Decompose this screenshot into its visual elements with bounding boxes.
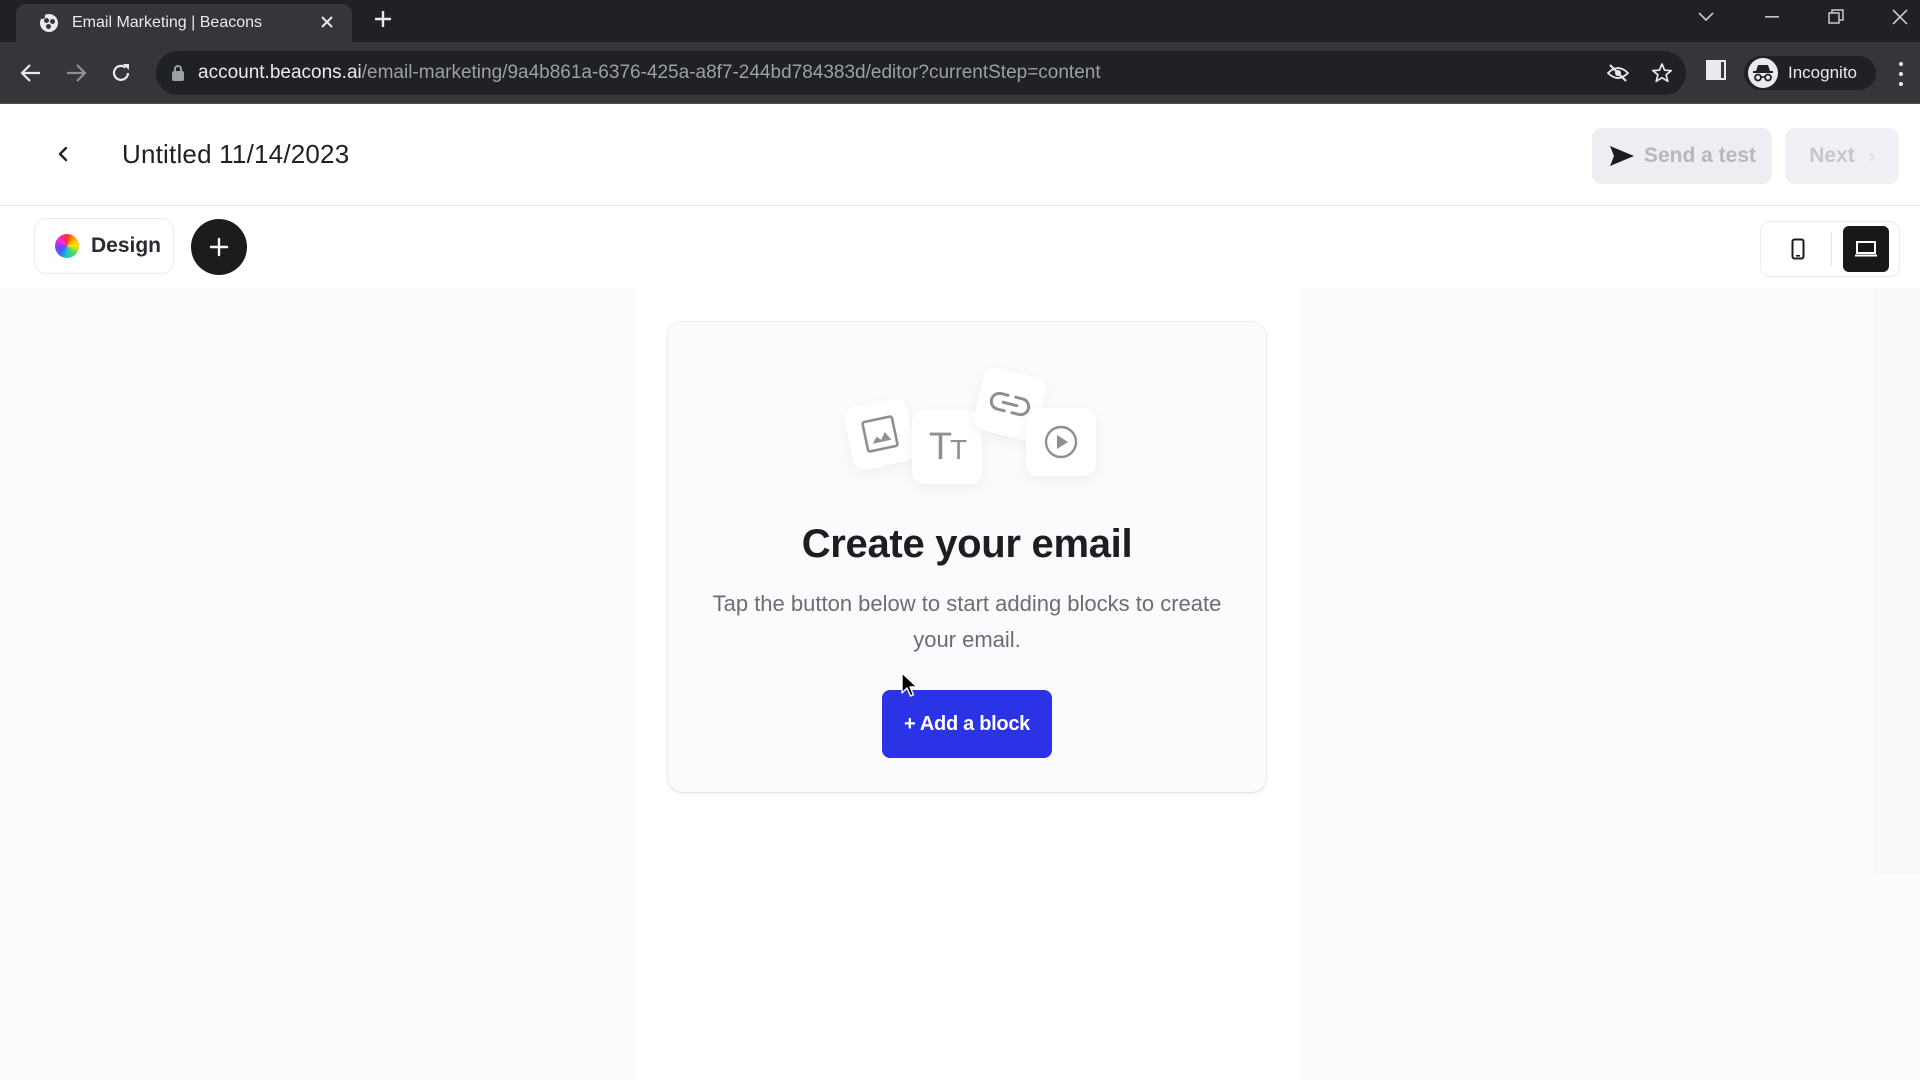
incognito-icon bbox=[1748, 58, 1778, 88]
image-block-tile bbox=[842, 396, 918, 472]
tab-search-button[interactable] bbox=[1686, 0, 1726, 34]
video-block-tile bbox=[1026, 408, 1096, 476]
chevron-right-icon: › bbox=[1868, 145, 1875, 166]
forward-button[interactable] bbox=[59, 56, 93, 90]
empty-state-title: Create your email bbox=[801, 522, 1133, 566]
profile-label: Incognito bbox=[1788, 63, 1857, 82]
minimize-button[interactable] bbox=[1752, 0, 1792, 34]
back-button[interactable] bbox=[14, 56, 48, 90]
desktop-preview-button[interactable] bbox=[1843, 226, 1889, 272]
window-close-button[interactable] bbox=[1880, 0, 1920, 34]
side-panel-icon bbox=[1706, 60, 1726, 80]
design-button[interactable]: Design bbox=[34, 218, 174, 274]
profile-incognito-button[interactable]: Incognito bbox=[1744, 56, 1876, 90]
kebab-menu-icon bbox=[1899, 62, 1903, 66]
play-circle-icon bbox=[1044, 425, 1078, 459]
url-host: account.beacons.ai bbox=[198, 62, 362, 83]
send-test-label: Send a test bbox=[1643, 144, 1757, 167]
close-icon bbox=[321, 15, 333, 28]
star-icon bbox=[1651, 63, 1673, 83]
add-block-button[interactable]: + Add a block bbox=[882, 690, 1052, 758]
reload-icon bbox=[112, 64, 130, 81]
design-label: Design bbox=[91, 234, 162, 257]
arrow-left-icon bbox=[20, 64, 40, 82]
browser-menu-button[interactable] bbox=[1894, 60, 1908, 88]
next-label: Next bbox=[1809, 144, 1855, 167]
mouse-cursor-icon bbox=[901, 672, 918, 697]
browser-toolbar: account.beacons.ai/email-marketing/9a4b8… bbox=[0, 42, 1920, 104]
editor-toolbar: Design bbox=[0, 207, 1920, 287]
editor-header: Untitled 11/14/2023 Send a test Next › bbox=[0, 105, 1920, 206]
tab-close-button[interactable] bbox=[316, 13, 338, 34]
chevron-down-icon bbox=[1698, 12, 1714, 22]
send-icon bbox=[1609, 146, 1634, 166]
tab-title: Email Marketing | Beacons bbox=[72, 14, 263, 31]
address-bar[interactable]: account.beacons.ai/email-marketing/9a4b8… bbox=[156, 51, 1686, 95]
image-icon bbox=[861, 415, 899, 453]
beacons-logo-icon bbox=[40, 14, 58, 32]
side-panel-button[interactable] bbox=[1706, 60, 1732, 86]
eye-off-icon bbox=[1607, 64, 1629, 82]
add-block-label: + Add a block bbox=[904, 712, 1030, 735]
arrow-right-icon bbox=[67, 64, 87, 82]
toggle-divider bbox=[1831, 232, 1832, 266]
text-block-tile: TT bbox=[912, 410, 982, 484]
new-tab-button[interactable] bbox=[368, 6, 398, 36]
close-icon bbox=[1892, 9, 1908, 25]
next-button[interactable]: Next › bbox=[1785, 128, 1899, 184]
restore-icon bbox=[1828, 9, 1844, 24]
plus-icon bbox=[209, 237, 229, 257]
color-palette-icon bbox=[55, 234, 79, 258]
laptop-icon bbox=[1855, 241, 1877, 257]
email-title[interactable]: Untitled 11/14/2023 bbox=[122, 139, 349, 170]
url-path: /email-marketing/9a4b861a-6376-425a-a8f7… bbox=[361, 62, 1101, 83]
empty-state-card: TT Create your email Tap the button belo… bbox=[668, 322, 1266, 792]
add-block-fab[interactable] bbox=[191, 219, 247, 275]
canvas-background-right bbox=[1300, 287, 1920, 1080]
device-preview-toggle bbox=[1760, 221, 1900, 277]
empty-state-subtitle: Tap the button below to start adding blo… bbox=[712, 591, 1222, 652]
right-side-panel-edge bbox=[1873, 290, 1920, 875]
send-test-button[interactable]: Send a test bbox=[1592, 128, 1772, 184]
chevron-left-icon bbox=[58, 146, 68, 162]
bookmark-button[interactable] bbox=[1650, 61, 1674, 85]
plus-icon bbox=[375, 11, 391, 27]
minimize-icon bbox=[1765, 16, 1779, 18]
editor-back-button[interactable] bbox=[48, 139, 78, 169]
browser-tab-bar: Email Marketing | Beacons bbox=[0, 0, 1920, 42]
mobile-preview-button[interactable] bbox=[1769, 226, 1827, 272]
lock-icon bbox=[172, 65, 184, 81]
text-format-icon: TT bbox=[928, 425, 967, 468]
smartphone-icon bbox=[1791, 238, 1805, 260]
reload-button[interactable] bbox=[104, 56, 138, 90]
tracking-protection-button[interactable] bbox=[1606, 61, 1630, 85]
url-text: account.beacons.ai/email-marketing/9a4b8… bbox=[198, 62, 1101, 84]
canvas-background-left bbox=[0, 287, 635, 1080]
restore-button[interactable] bbox=[1816, 0, 1856, 34]
browser-tab-active[interactable]: Email Marketing | Beacons bbox=[16, 4, 352, 42]
